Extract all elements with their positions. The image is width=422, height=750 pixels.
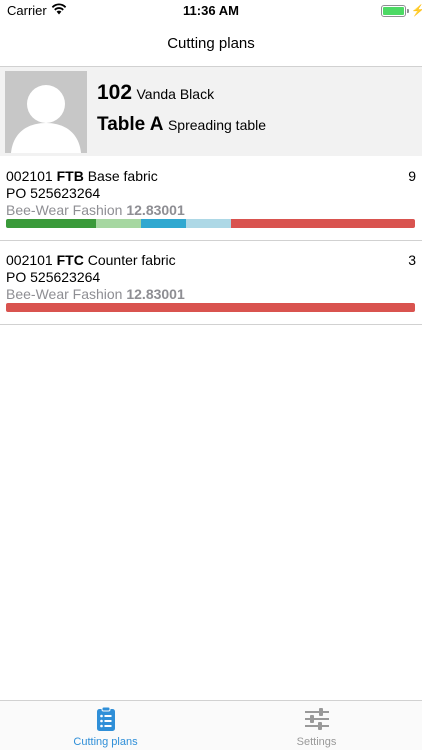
sliders-icon	[305, 708, 329, 730]
plan-code: 002101	[6, 252, 53, 268]
tab-label: Cutting plans	[73, 736, 138, 748]
plan-progress-bar	[6, 219, 415, 228]
operator-number: 102	[97, 81, 133, 104]
plan-title: 002101 FTC Counter fabric	[6, 252, 176, 268]
plan-title: 002101 FTB Base fabric	[6, 168, 158, 184]
battery-fill	[383, 7, 404, 15]
clipboard-list-icon	[97, 706, 115, 731]
cutting-plan-item[interactable]: 002101 FTC Counter fabric 3 PO 525623264…	[0, 241, 422, 325]
status-time: 11:36 AM	[183, 3, 239, 18]
table-type: Spreading table	[167, 117, 267, 133]
fabric-name: Base fabric	[87, 168, 158, 184]
customer-name: Bee-Wear Fashion	[6, 286, 123, 302]
progress-segment	[6, 219, 96, 228]
progress-segment	[140, 219, 186, 228]
table-name: Table A	[97, 114, 164, 135]
progress-segment	[6, 303, 415, 312]
navigation-bar: Cutting plans	[0, 22, 422, 66]
reference-number: 12.83001	[126, 202, 185, 218]
plan-code: 002101	[6, 168, 53, 184]
operator-name: Vanda Black	[136, 86, 215, 102]
plan-count: 9	[408, 168, 416, 184]
tab-settings[interactable]: Settings	[211, 701, 422, 750]
operator-line: 102 Vanda Black	[97, 81, 214, 105]
avatar	[5, 71, 87, 153]
battery-icon	[381, 5, 406, 17]
plan-progress-bar	[6, 303, 415, 312]
person-placeholder-icon	[5, 71, 87, 153]
tab-cutting-plans[interactable]: Cutting plans	[0, 701, 211, 750]
progress-segment	[185, 219, 231, 228]
progress-segment	[95, 219, 141, 228]
charging-bolt-icon: ⚡	[411, 5, 422, 17]
customer-name: Bee-Wear Fashion	[6, 202, 123, 218]
customer-line: Bee-Wear Fashion 12.83001	[6, 202, 185, 218]
purchase-order: PO 525623264	[6, 185, 101, 201]
page-title: Cutting plans	[167, 35, 255, 52]
reference-number: 12.83001	[126, 286, 185, 302]
operator-header: 102 Vanda Black Table A Spreading table	[0, 66, 422, 156]
purchase-order: PO 525623264	[6, 269, 101, 285]
status-bar: Carrier 11:36 AM ⚡	[0, 0, 422, 22]
progress-segment	[230, 219, 415, 228]
cutting-plan-item[interactable]: 002101 FTB Base fabric 9 PO 525623264 Be…	[0, 157, 422, 241]
fabric-code: FTB	[56, 168, 84, 184]
tab-bar: Cutting plans Settings	[0, 700, 422, 750]
fabric-code: FTC	[56, 252, 84, 268]
plan-count: 3	[408, 252, 416, 268]
customer-line: Bee-Wear Fashion 12.83001	[6, 286, 185, 302]
table-line: Table A Spreading table	[97, 114, 266, 136]
tab-label: Settings	[296, 736, 337, 748]
battery-tip	[407, 9, 409, 13]
fabric-name: Counter fabric	[87, 252, 176, 268]
